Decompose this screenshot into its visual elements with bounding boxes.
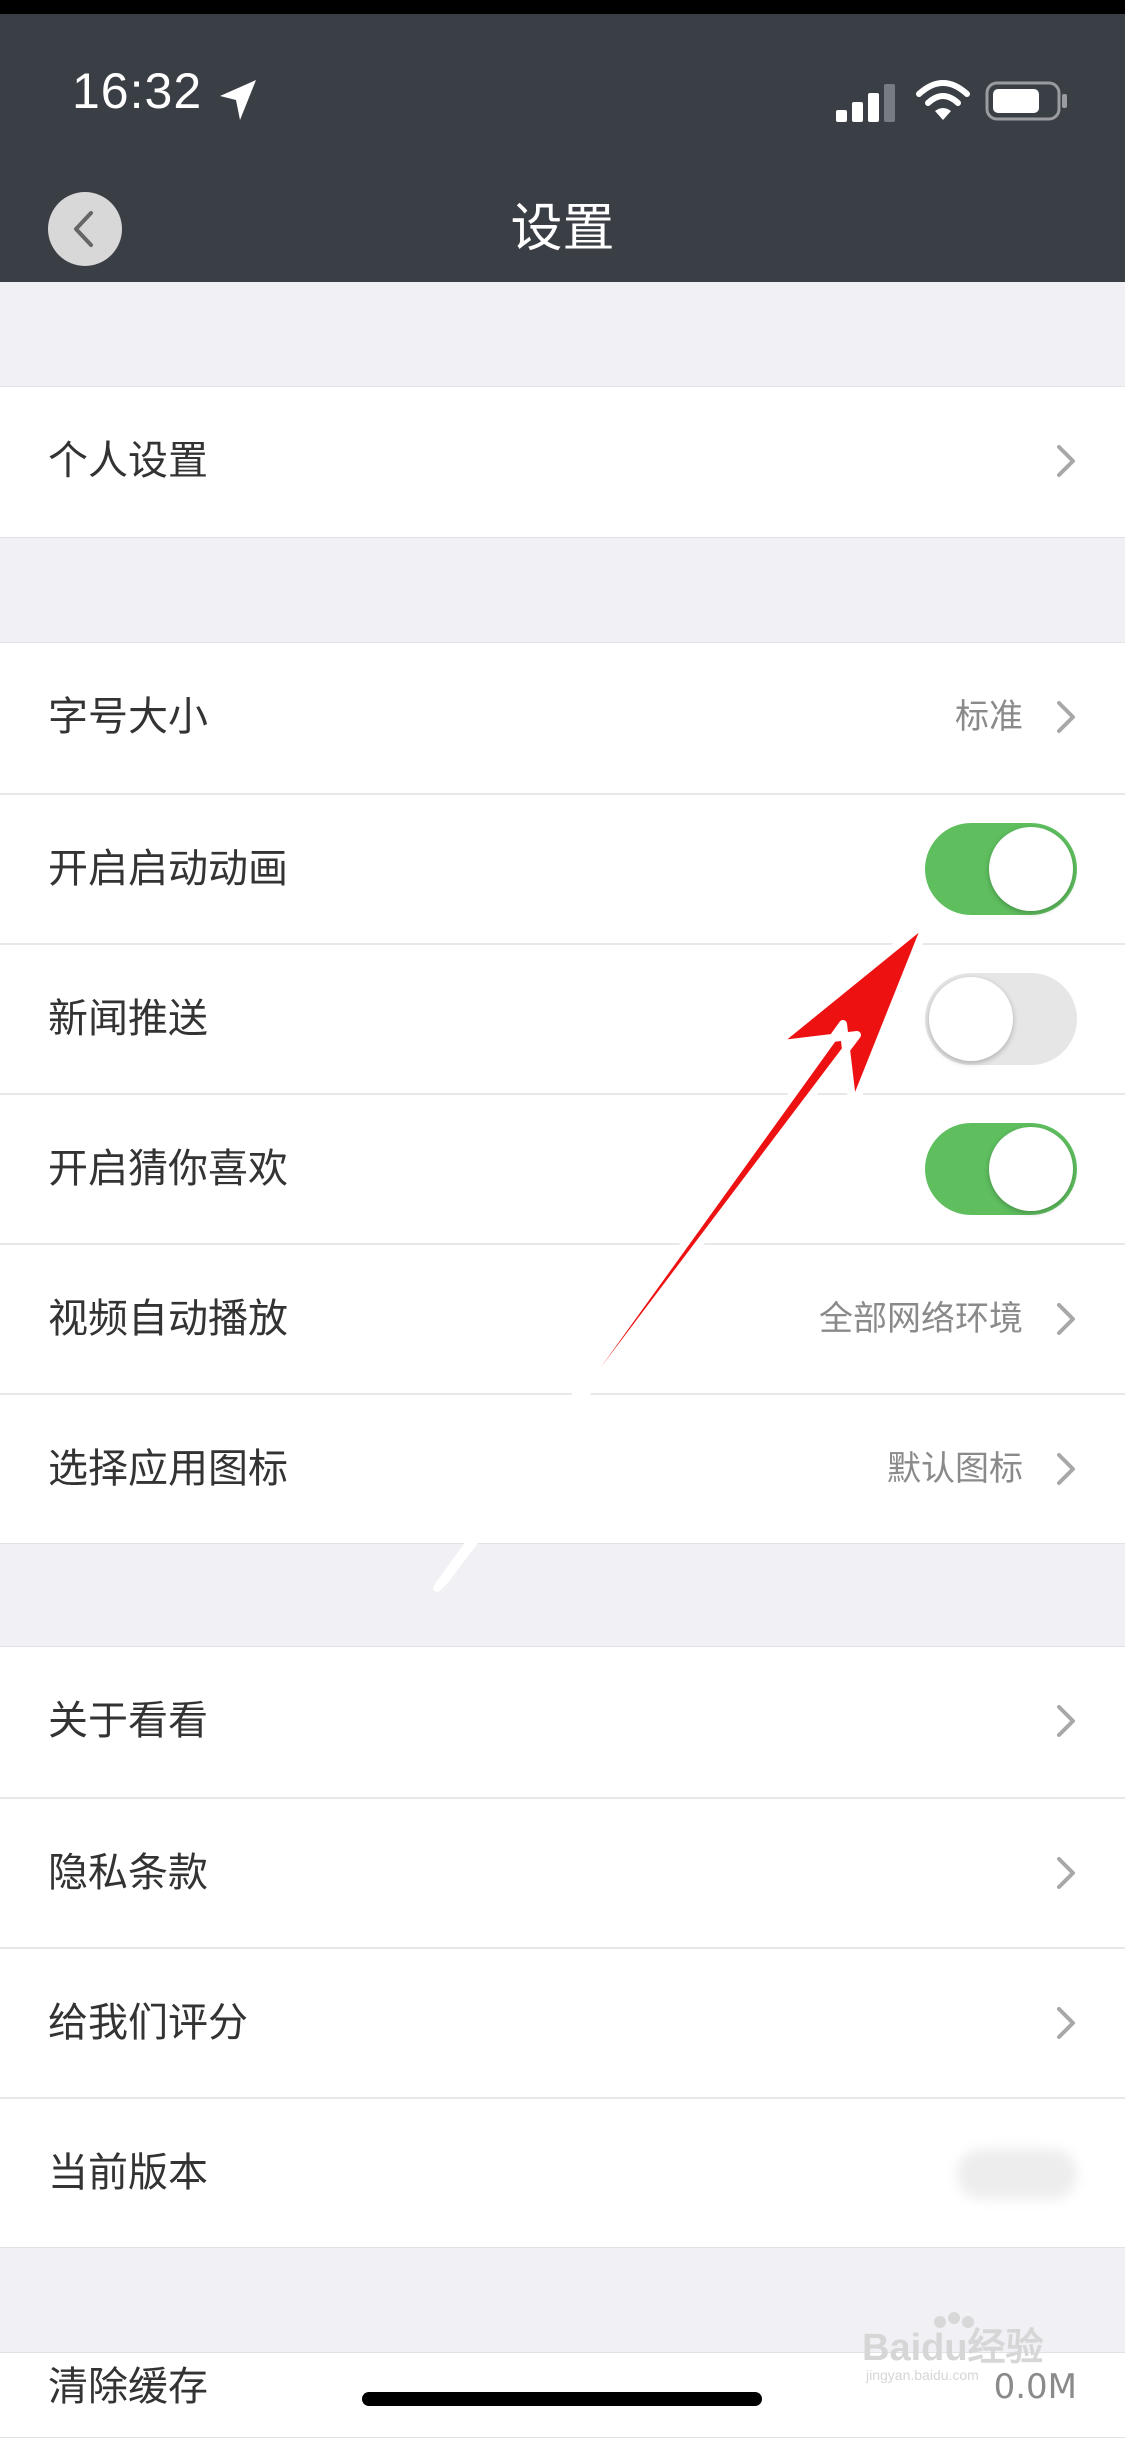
row-font-size[interactable]: 字号大小 标准 xyxy=(0,643,1125,793)
toggle-knob xyxy=(989,1127,1073,1211)
row-label: 字号大小 xyxy=(48,694,208,740)
row-value: 默认图标 xyxy=(887,1449,1023,1489)
row-value: 全部网络环境 xyxy=(819,1299,1023,1339)
battery-icon xyxy=(985,81,1067,121)
row-label: 开启启动动画 xyxy=(48,846,288,892)
row-news-push: 新闻推送 xyxy=(0,943,1125,1093)
row-current-version: 当前版本 xyxy=(0,2097,1125,2247)
row-label: 当前版本 xyxy=(48,2150,208,2196)
settings-group-about: 关于看看 隐私条款 给我们评分 当前版本 xyxy=(0,1646,1125,2248)
row-label: 关于看看 xyxy=(48,1698,208,1744)
row-label: 选择应用图标 xyxy=(48,1446,288,1492)
wifi-icon xyxy=(916,80,970,120)
watermark-text: Baidu经验 xyxy=(862,2327,1044,2369)
guess-you-like-toggle[interactable] xyxy=(925,1123,1077,1215)
toggle-knob xyxy=(929,977,1013,1061)
version-value-blurred xyxy=(957,2149,1077,2199)
location-arrow-icon xyxy=(220,80,256,120)
news-push-toggle[interactable] xyxy=(925,973,1077,1065)
chevron-right-icon xyxy=(1057,2007,1075,2039)
row-personal-settings[interactable]: 个人设置 xyxy=(0,387,1125,537)
row-guess-you-like: 开启猜你喜欢 xyxy=(0,1093,1125,1243)
status-time: 16:32 xyxy=(72,63,203,119)
chevron-right-icon xyxy=(1057,1705,1075,1737)
row-label: 清除缓存 xyxy=(48,2364,208,2410)
row-rate-us[interactable]: 给我们评分 xyxy=(0,1947,1125,2097)
toggle-knob xyxy=(989,827,1073,911)
cellular-signal-icon xyxy=(836,84,895,122)
row-label: 开启猜你喜欢 xyxy=(48,1146,288,1192)
row-label: 隐私条款 xyxy=(48,1850,208,1896)
navigation-bar: 16:32 设置 xyxy=(0,0,1125,282)
row-video-autoplay[interactable]: 视频自动播放 全部网络环境 xyxy=(0,1243,1125,1393)
chevron-right-icon xyxy=(1057,701,1075,733)
row-label: 给我们评分 xyxy=(48,2000,248,2046)
row-value: 标准 xyxy=(955,697,1023,737)
settings-group-personal: 个人设置 xyxy=(0,386,1125,538)
settings-group-display: 字号大小 标准 开启启动动画 新闻推送 开启猜你喜欢 视频自动播放 全部网络环境… xyxy=(0,642,1125,1544)
row-label: 新闻推送 xyxy=(48,996,208,1042)
launch-animation-toggle[interactable] xyxy=(925,823,1077,915)
row-label: 个人设置 xyxy=(48,438,208,484)
chevron-right-icon xyxy=(1057,1857,1075,1889)
chevron-right-icon xyxy=(1057,445,1075,477)
chevron-right-icon xyxy=(1057,1303,1075,1335)
page-title: 设置 xyxy=(510,199,615,259)
row-privacy[interactable]: 隐私条款 xyxy=(0,1797,1125,1947)
row-label: 视频自动播放 xyxy=(48,1296,288,1342)
row-about[interactable]: 关于看看 xyxy=(0,1647,1125,1797)
baidu-watermark: Baidu经验 jingyan.baidu.com xyxy=(862,2312,1044,2383)
chevron-right-icon xyxy=(1057,1453,1075,1485)
row-launch-animation: 开启启动动画 xyxy=(0,793,1125,943)
row-app-icon[interactable]: 选择应用图标 默认图标 xyxy=(0,1393,1125,1543)
watermark-subtext: jingyan.baidu.com xyxy=(865,2367,979,2383)
home-indicator xyxy=(362,2392,762,2406)
